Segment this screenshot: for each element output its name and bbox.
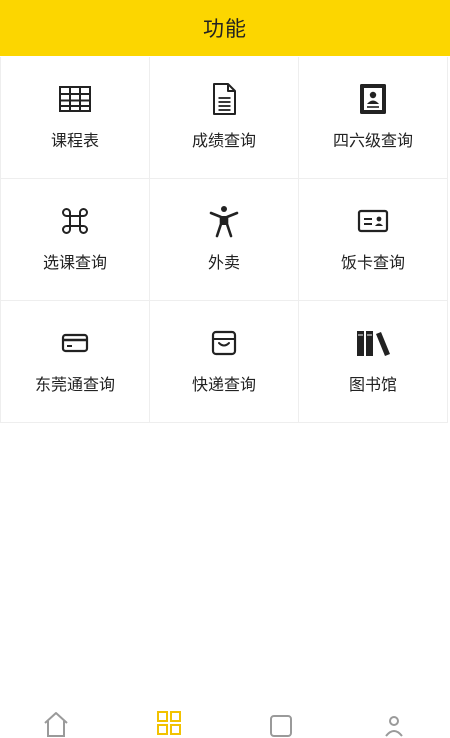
nav-functions[interactable]: [113, 700, 226, 728]
grid-item-label: 成绩查询: [150, 127, 298, 151]
nav-home[interactable]: [0, 700, 113, 728]
grid-item-meal-card[interactable]: 饭卡查询: [299, 179, 448, 301]
bottom-navigation: [0, 700, 450, 728]
function-grid: 课程表 成绩查询 四六级查询: [0, 57, 448, 423]
profile-icon: [380, 710, 408, 738]
grid-item-course-selection[interactable]: 选课查询: [1, 179, 150, 301]
grid-item-timetable[interactable]: 课程表: [1, 57, 150, 179]
grid-item-label: 外卖: [150, 249, 298, 273]
grid-item-library[interactable]: 图书馆: [299, 301, 448, 423]
table-icon: [57, 81, 93, 117]
grid-item-label: 四六级查询: [299, 127, 447, 151]
document-icon: [206, 81, 242, 117]
grid-item-label: 东莞通查询: [1, 371, 149, 395]
card-icon: [355, 203, 391, 239]
nav-profile[interactable]: [338, 700, 450, 728]
credit-card-icon: [57, 325, 93, 361]
page-title: 功能: [203, 13, 247, 43]
home-icon: [42, 710, 70, 738]
grid-icon: [155, 710, 183, 738]
grid-item-label: 快递查询: [150, 371, 298, 395]
books-icon: [355, 325, 391, 361]
grid-item-dongguantong[interactable]: 东莞通查询: [1, 301, 150, 423]
grid-item-label: 饭卡查询: [299, 249, 447, 273]
grid-item-label: 选课查询: [1, 249, 149, 273]
square-icon: [267, 710, 295, 738]
grid-item-cet-query[interactable]: 四六级查询: [299, 57, 448, 179]
grid-item-takeout[interactable]: 外卖: [150, 179, 299, 301]
grid-item-grades[interactable]: 成绩查询: [150, 57, 299, 179]
grid-item-label: 课程表: [1, 127, 149, 151]
package-icon: [206, 325, 242, 361]
grid-item-express[interactable]: 快递查询: [150, 301, 299, 423]
command-icon: [57, 203, 93, 239]
grid-item-label: 图书馆: [299, 371, 447, 395]
person-icon: [206, 203, 242, 239]
nav-messages[interactable]: [225, 700, 338, 728]
app-header: 功能: [0, 0, 450, 56]
id-card-icon: [355, 81, 391, 117]
